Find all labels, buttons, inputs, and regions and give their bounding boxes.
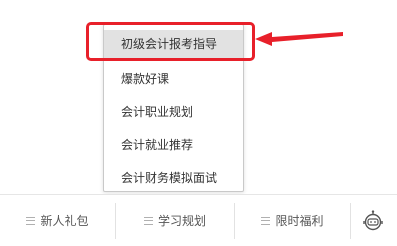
menu-icon xyxy=(26,216,36,225)
divider xyxy=(350,203,351,239)
page: 初级会计报考指导 爆款好课 会计职业规划 会计就业推荐 会计财务模拟面试 新人礼… xyxy=(0,0,397,246)
menu-icon xyxy=(143,216,153,225)
nav-item-label: 学习规划 xyxy=(157,214,206,228)
nav-item-study-plan[interactable]: 学习规划 xyxy=(116,195,234,246)
nav-item-limited-offer[interactable]: 限时福利 xyxy=(235,195,350,246)
menu-item-career-planning[interactable]: 会计职业规划 xyxy=(104,98,243,126)
robot-icon[interactable] xyxy=(362,210,384,232)
annotation-highlight-box xyxy=(86,22,255,61)
nav-item-newcomer-gift[interactable]: 新人礼包 xyxy=(0,195,115,246)
nav-item-label: 限时福利 xyxy=(275,214,324,228)
annotation-arrow-icon xyxy=(255,32,343,46)
bottom-nav-bar: 新人礼包 学习规划 限时福利 xyxy=(0,194,397,246)
menu-icon xyxy=(261,216,271,225)
menu-item-hot-courses[interactable]: 爆款好课 xyxy=(104,65,243,93)
menu-item-job-recommendation[interactable]: 会计就业推荐 xyxy=(104,131,243,159)
nav-item-label: 新人礼包 xyxy=(40,214,89,228)
menu-item-mock-interview[interactable]: 会计财务模拟面试 xyxy=(104,164,243,192)
